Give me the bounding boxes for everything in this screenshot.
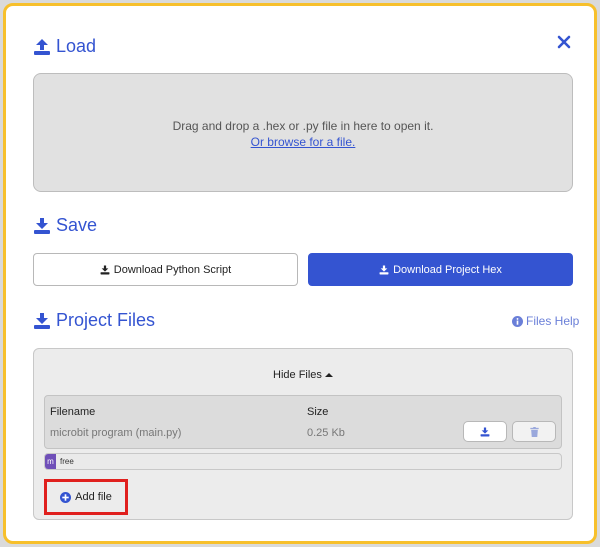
file-dropzone[interactable]: Drag and drop a .hex or .py file in here… xyxy=(33,73,573,192)
add-file-button[interactable]: Add file xyxy=(44,479,128,515)
files-help-label: Files Help xyxy=(526,314,580,328)
download-icon xyxy=(34,217,50,234)
browse-file-link[interactable]: Or browse for a file. xyxy=(34,135,572,149)
hide-files-toggle[interactable]: Hide Files xyxy=(34,369,572,381)
load-heading: Load xyxy=(33,36,96,57)
load-title: Load xyxy=(56,36,97,56)
download-icon xyxy=(480,427,490,436)
storage-used-fill: m xyxy=(45,454,56,469)
delete-file-button[interactable] xyxy=(512,421,556,442)
file-name-cell: microbit program (main.py) xyxy=(50,427,182,439)
download-hex-label: Download Project Hex xyxy=(393,263,502,276)
trash-icon xyxy=(529,426,539,437)
load-save-modal: Load Drag and drop a .hex or .py file in… xyxy=(3,3,597,544)
filename-column-header: Filename xyxy=(50,406,96,418)
download-icon xyxy=(100,265,110,274)
download-icon xyxy=(379,265,389,274)
close-button[interactable] xyxy=(554,32,574,52)
info-icon xyxy=(512,315,523,327)
storage-bar: m free xyxy=(44,453,562,470)
file-size-cell: 0.25 Kb xyxy=(307,427,345,439)
size-column-header: Size xyxy=(307,406,329,418)
close-icon xyxy=(557,35,571,49)
download-python-label: Download Python Script xyxy=(113,263,232,276)
dropzone-text: Drag and drop a .hex or .py file in here… xyxy=(172,119,434,133)
files-help-link[interactable]: Files Help xyxy=(512,314,579,328)
download-file-button[interactable] xyxy=(463,421,507,442)
caret-up-icon xyxy=(324,373,333,378)
download-hex-button[interactable]: Download Project Hex xyxy=(308,253,573,286)
storage-free-label: free xyxy=(60,457,74,466)
add-file-label: Add file xyxy=(75,491,112,503)
save-heading: Save xyxy=(33,215,97,236)
save-title: Save xyxy=(56,215,98,235)
upload-icon xyxy=(34,38,50,55)
project-files-title: Project Files xyxy=(56,310,156,330)
project-files-heading: Project Files xyxy=(33,310,155,331)
file-table: Filename Size microbit program (main.py)… xyxy=(44,395,562,449)
plus-circle-icon xyxy=(60,491,72,503)
download-python-button[interactable]: Download Python Script xyxy=(33,253,298,286)
download-icon xyxy=(34,312,50,329)
hide-files-label: Hide Files xyxy=(273,369,322,381)
project-files-panel: Hide Files Filename Size microbit progra… xyxy=(33,348,573,520)
